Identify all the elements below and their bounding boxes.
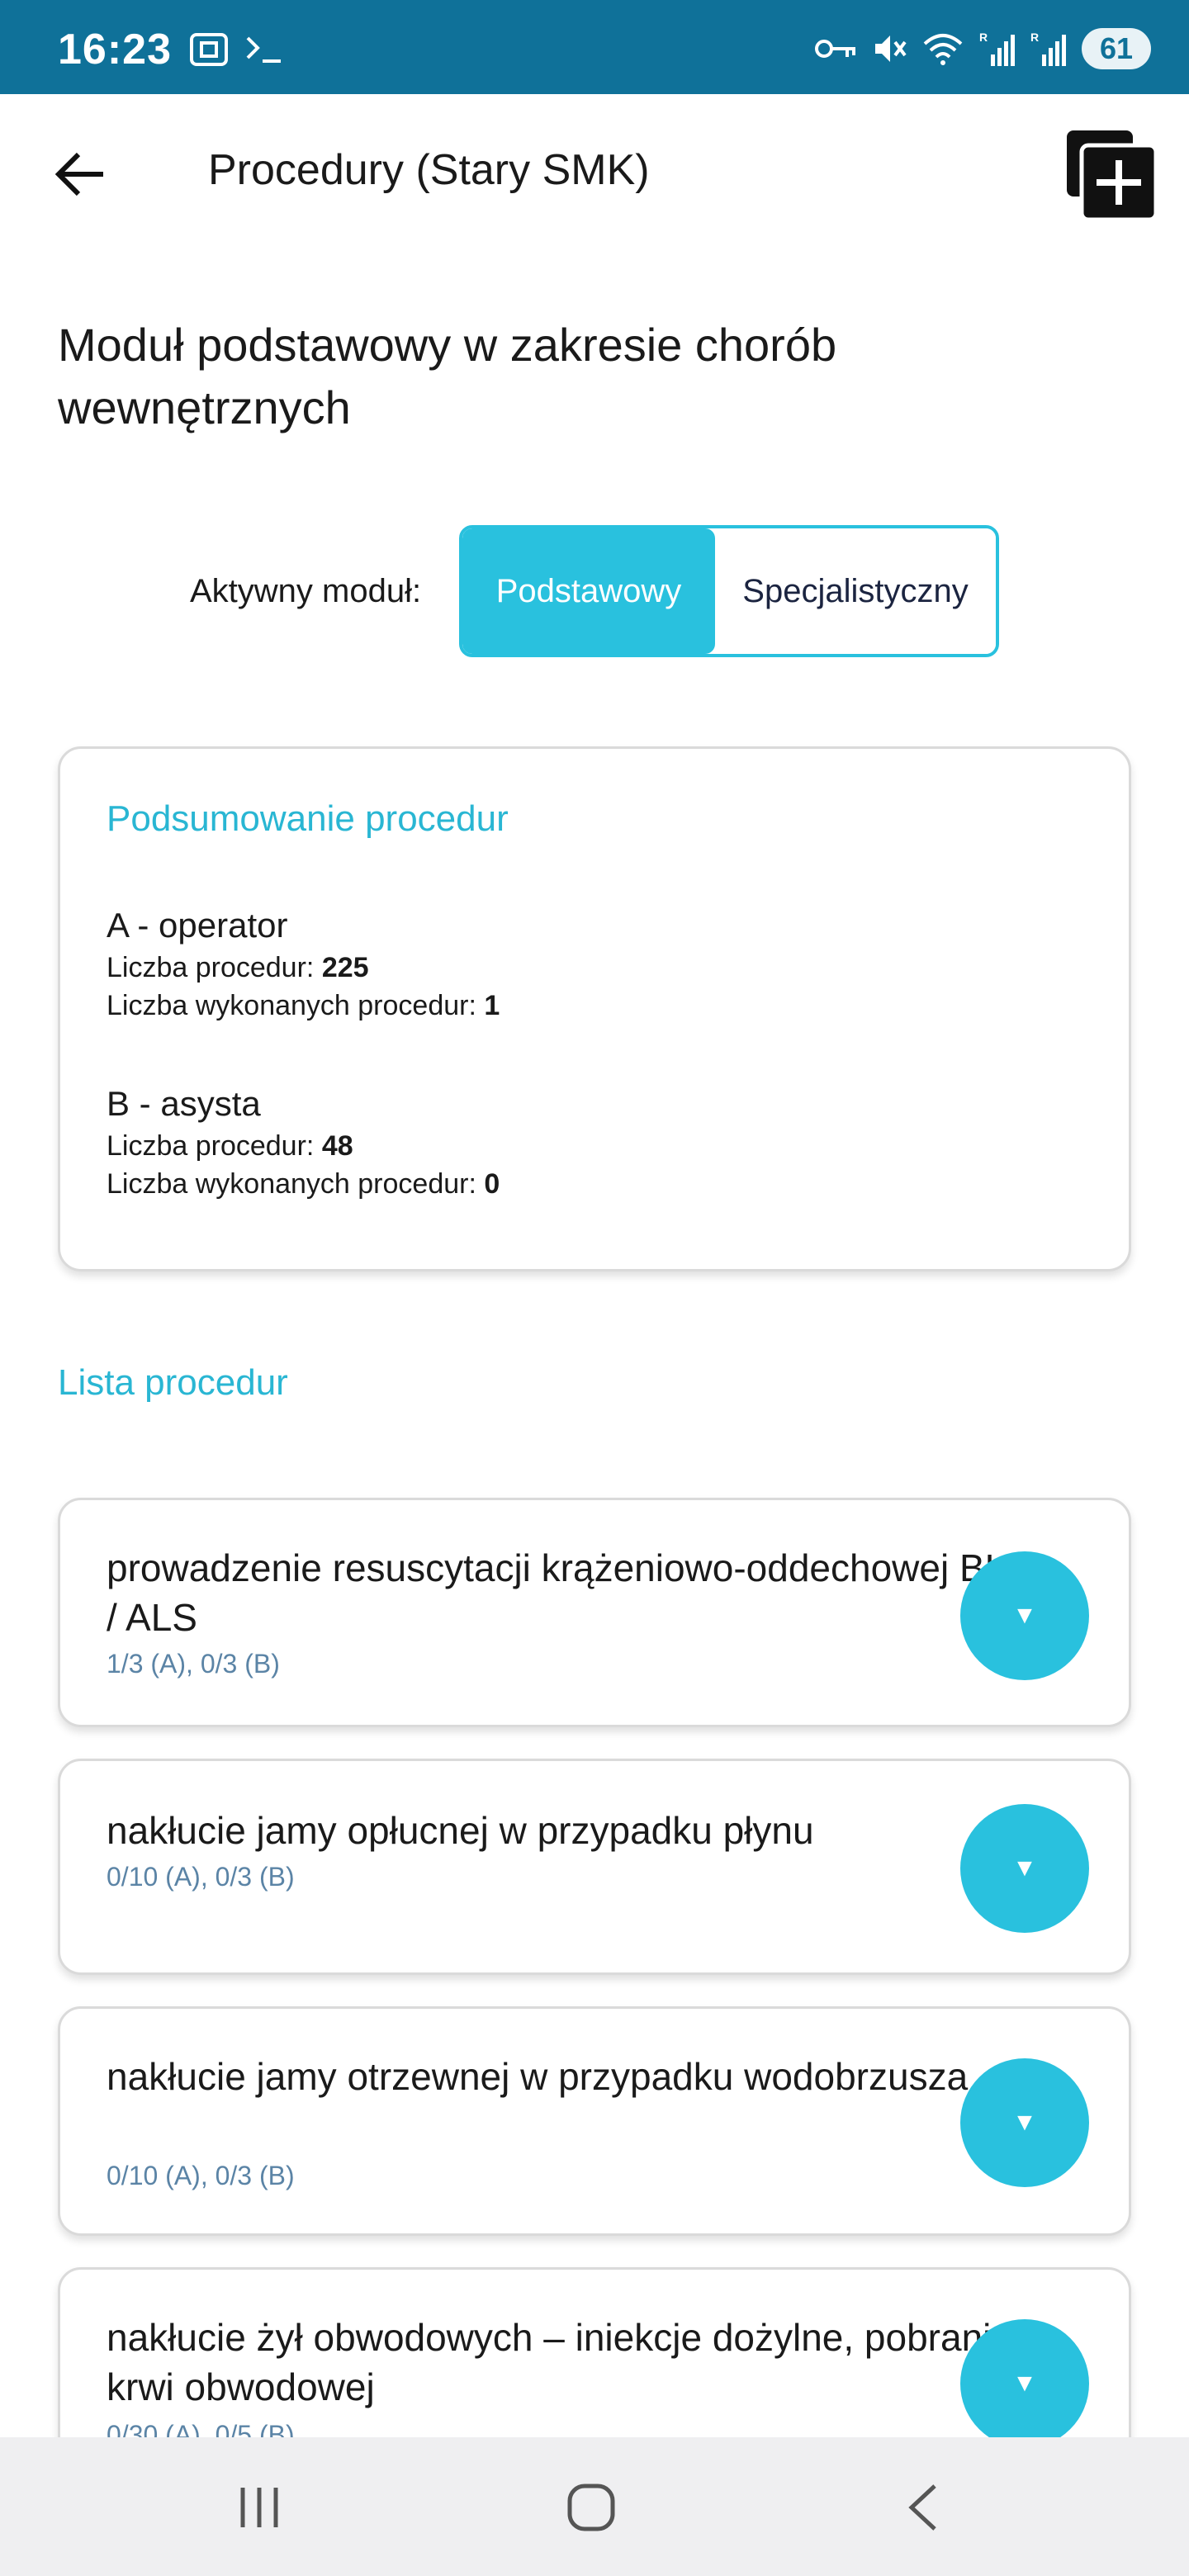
procedure-progress: 0/10 (A), 0/3 (B) — [107, 1862, 295, 1892]
summary-count-line: Liczba procedur: 48 — [107, 1127, 500, 1165]
app-bar: Procedury (Stary SMK) — [0, 94, 1189, 256]
procedure-name: nakłucie jamy opłucnej w przypadku płynu — [107, 1809, 814, 1852]
chevron-down-icon: ▼ — [1012, 1602, 1037, 1629]
procedure-list-title: Lista procedur — [58, 1362, 288, 1403]
svg-text:R: R — [1030, 31, 1039, 44]
summary-group-assistant: B - asysta Liczba procedur: 48 Liczba wy… — [107, 1081, 500, 1203]
chevron-down-icon: ▼ — [1012, 2109, 1037, 2136]
summary-group-heading: B - asysta — [107, 1084, 261, 1123]
summary-group-heading: A - operator — [107, 906, 288, 945]
chevron-down-icon: ▼ — [1012, 2370, 1037, 2397]
module-switch-row: Aktywny moduł: Podstawowy Specjalistyczn… — [0, 525, 1189, 659]
summary-done-value: 1 — [484, 990, 500, 1021]
summary-done-value: 0 — [484, 1168, 500, 1200]
summary-done-label: Liczba wykonanych procedur: — [107, 1168, 476, 1200]
wifi-icon — [923, 34, 963, 65]
summary-count-line: Liczba procedur: 225 — [107, 949, 500, 987]
arrow-left-icon — [54, 152, 103, 197]
expand-button[interactable]: ▼ — [960, 2319, 1089, 2448]
back-button[interactable] — [43, 137, 117, 211]
procedure-card[interactable]: nakłucie jamy otrzewnej w przypadku wodo… — [58, 2006, 1131, 2236]
home-button[interactable] — [550, 2470, 632, 2545]
procedure-name: prowadzenie resuscytacji krążeniowo-odde… — [107, 1546, 1031, 1639]
status-bar: 16:23 R R 61 — [0, 0, 1189, 94]
procedure-card[interactable]: nakłucie jamy opłucnej w przypadku płynu… — [58, 1759, 1131, 1975]
chevron-down-icon: ▼ — [1012, 1854, 1037, 1882]
status-time: 16:23 — [58, 26, 172, 73]
procedure-progress: 1/3 (A), 0/3 (B) — [107, 1649, 280, 1679]
summary-count-value: 48 — [321, 1130, 353, 1162]
module-segmented-control: Podstawowy Specjalistyczny — [459, 525, 999, 657]
segment-podstawowy[interactable]: Podstawowy — [462, 528, 715, 654]
add-procedure-button[interactable] — [1063, 127, 1159, 223]
page-title: Procedury (Stary SMK) — [208, 146, 650, 194]
home-icon — [567, 2484, 615, 2531]
procedure-card[interactable]: prowadzenie resuscytacji krążeniowo-odde… — [58, 1498, 1131, 1727]
expand-button[interactable]: ▼ — [960, 1551, 1089, 1680]
summary-done-line: Liczba wykonanych procedur: 1 — [107, 987, 500, 1025]
signal-icon: R — [1030, 31, 1066, 66]
summary-done-line: Liczba wykonanych procedur: 0 — [107, 1165, 500, 1203]
nav-back-button[interactable] — [882, 2470, 964, 2545]
procedure-name: nakłucie jamy otrzewnej w przypadku wodo… — [107, 2055, 969, 2098]
svg-text:R: R — [979, 31, 988, 44]
summary-card: Podsumowanie procedur A - operator Liczb… — [58, 746, 1131, 1271]
add-copy-icon — [1067, 130, 1158, 222]
procedure-name: nakłucie żył obwodowych – iniekcje dożyl… — [107, 2316, 1012, 2408]
module-switch-label: Aktywny moduł: — [190, 573, 422, 609]
expand-button[interactable]: ▼ — [960, 2058, 1089, 2187]
procedure-progress: 0/10 (A), 0/3 (B) — [107, 2161, 295, 2190]
summary-count-label: Liczba procedur: — [107, 1130, 315, 1162]
summary-title: Podsumowanie procedur — [107, 798, 509, 839]
screenshot-icon — [190, 33, 228, 66]
module-title: Moduł podstawowy w zakresie chorób wewnę… — [58, 319, 837, 433]
signal-icon: R — [979, 31, 1015, 66]
system-nav-bar — [0, 2437, 1189, 2576]
recent-apps-icon — [240, 2488, 278, 2527]
terminal-icon — [246, 36, 281, 63]
summary-count-label: Liczba procedur: — [107, 952, 315, 983]
battery-indicator: 61 — [1082, 28, 1151, 69]
mute-icon — [875, 36, 907, 62]
recent-apps-button[interactable] — [218, 2470, 301, 2545]
summary-count-value: 225 — [321, 952, 369, 983]
summary-done-label: Liczba wykonanych procedur: — [107, 990, 476, 1021]
vpn-key-icon — [815, 40, 855, 58]
summary-group-operator: A - operator Liczba procedur: 225 Liczba… — [107, 902, 500, 1025]
expand-button[interactable]: ▼ — [960, 1804, 1089, 1933]
segment-specjalistyczny[interactable]: Specjalistyczny — [715, 528, 996, 654]
back-icon — [908, 2484, 936, 2531]
